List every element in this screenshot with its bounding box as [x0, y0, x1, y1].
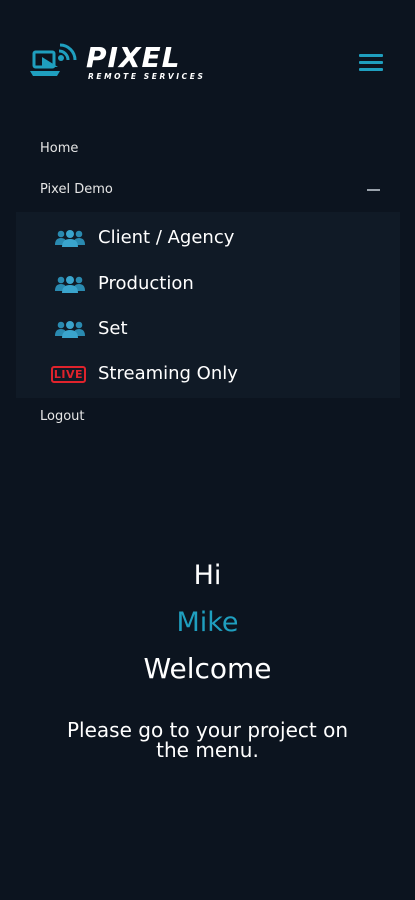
header: PIXEL REMOTE SERVICES: [0, 0, 415, 110]
greeting-hi: Hi: [193, 560, 222, 591]
greeting-welcome: Welcome: [143, 652, 272, 685]
greeting-user-name: Mike: [176, 607, 239, 638]
hamburger-icon[interactable]: [359, 53, 386, 73]
users-icon: [55, 230, 85, 247]
logo-tagline: REMOTE SERVICES: [88, 72, 206, 81]
hamburger-line: [359, 54, 383, 57]
submenu-item-streaming-only[interactable]: LIVE Streaming Only: [16, 350, 400, 394]
laptop-signal-logo-icon: [30, 43, 77, 76]
live-icon: LIVE: [51, 366, 86, 383]
menu-group-pixel-demo[interactable]: Pixel Demo: [40, 182, 113, 197]
submenu-item-set[interactable]: Set: [16, 305, 400, 349]
greeting-instructions: Please go to your project on the menu.: [67, 718, 348, 762]
users-icon: [55, 276, 85, 293]
collapse-minus-icon[interactable]: [367, 189, 380, 191]
logo-wordmark: PIXEL: [86, 41, 181, 74]
users-icon: [55, 321, 85, 338]
submenu-item-production[interactable]: Production: [16, 260, 400, 304]
app-screen: PIXEL REMOTE SERVICES Home Pixel Demo Cl…: [0, 0, 415, 900]
submenu-pixel-demo: Client / Agency Production Set LIVE Stre…: [16, 212, 400, 398]
hamburger-line: [359, 68, 383, 71]
submenu-item-label: Client / Agency: [98, 227, 235, 248]
menu-item-home[interactable]: Home: [40, 141, 78, 156]
submenu-item-label: Streaming Only: [98, 363, 238, 384]
submenu-item-label: Production: [98, 273, 194, 294]
submenu-item-label: Set: [98, 318, 128, 339]
brand-logo[interactable]: PIXEL REMOTE SERVICES: [30, 42, 220, 86]
submenu-item-client-agency[interactable]: Client / Agency: [16, 214, 400, 258]
hamburger-line: [359, 61, 383, 64]
menu-item-logout[interactable]: Logout: [40, 409, 85, 424]
